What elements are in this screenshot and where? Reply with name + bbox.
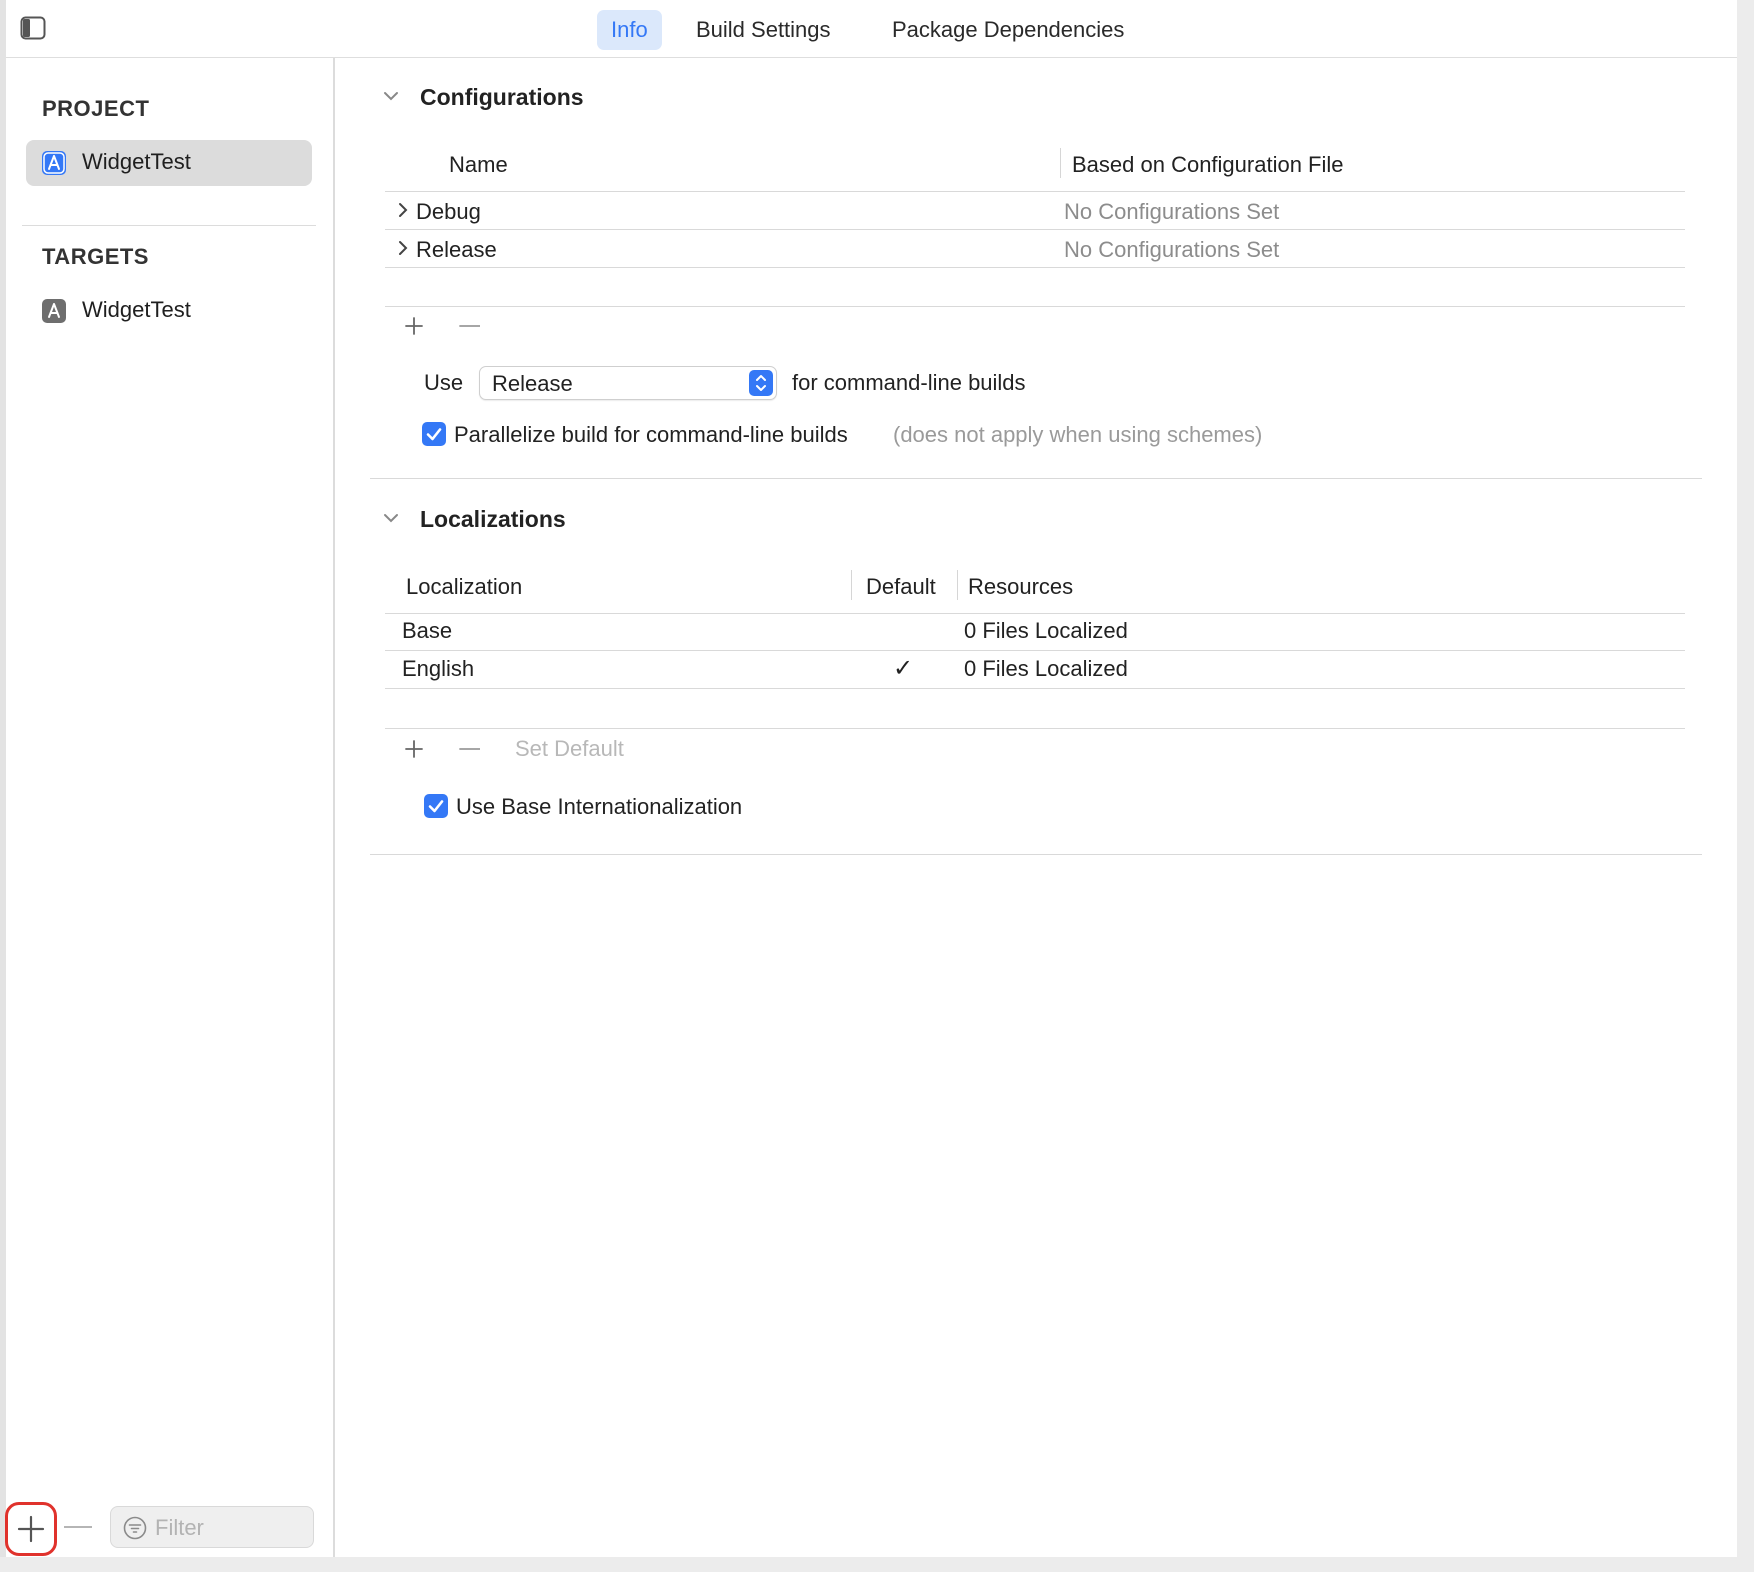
add-localization-button[interactable] [403, 738, 425, 760]
project-navigator-sidebar: PROJECT WidgetTest TARGETS WidgetTest [6, 58, 335, 1557]
add-configuration-button[interactable] [403, 315, 425, 337]
remove-localization-button[interactable] [458, 738, 483, 760]
popup-value: Release [492, 371, 573, 396]
config-name: Release [416, 237, 497, 262]
tab-info[interactable]: Info [597, 10, 662, 50]
sidebar-item-label: WidgetTest [82, 297, 191, 322]
table-header-divider [385, 613, 1685, 614]
configurations-disclosure-icon[interactable] [382, 87, 400, 105]
remove-target-button[interactable] [64, 1526, 92, 1528]
sidebar-item-target-widgettest[interactable]: WidgetTest [26, 288, 312, 334]
row-divider [385, 267, 1685, 268]
project-section-header: PROJECT [42, 96, 150, 121]
parallelize-note: (does not apply when using schemes) [893, 422, 1263, 447]
parallelize-label[interactable]: Parallelize build for command-line build… [454, 422, 848, 448]
localization-resources: 0 Files Localized [964, 656, 1128, 681]
section-divider [370, 478, 1702, 479]
sidebar-divider [22, 225, 316, 226]
localization-name: Base [402, 618, 453, 643]
parallelize-checkbox[interactable] [422, 422, 446, 446]
column-header-localization[interactable]: Localization [406, 574, 522, 600]
configurations-title: Configurations [420, 84, 584, 110]
localizations-disclosure-icon[interactable] [382, 509, 400, 527]
sidebar-toggle-icon[interactable] [20, 16, 46, 40]
chevron-right-icon[interactable] [397, 202, 409, 218]
filter-placeholder: Filter [155, 1515, 204, 1540]
popup-stepper-icon [749, 370, 773, 396]
config-name: Debug [416, 199, 481, 224]
tab-package-dependencies[interactable]: Package Dependencies [878, 10, 1138, 50]
window-edge-bottom [0, 1557, 1754, 1572]
sidebar-item-project-widgettest[interactable]: WidgetTest [26, 140, 312, 186]
app-project-icon [42, 151, 66, 175]
section-divider [370, 854, 1702, 855]
column-separator [851, 570, 852, 600]
column-header-name[interactable]: Name [449, 152, 508, 178]
filter-icon [123, 1516, 147, 1540]
base-internationalization-checkbox[interactable] [424, 794, 448, 818]
table-bottom-divider [385, 306, 1685, 307]
tab-build-settings[interactable]: Build Settings [682, 10, 845, 50]
sidebar-filter-field[interactable]: Filter [110, 1506, 314, 1548]
targets-section-header: TARGETS [42, 244, 149, 269]
set-default-button[interactable]: Set Default [515, 736, 624, 762]
column-header-resources[interactable]: Resources [968, 574, 1073, 600]
command-line-config-popup[interactable]: Release [479, 366, 777, 400]
column-separator [1060, 148, 1061, 178]
use-label: Use [424, 370, 464, 395]
config-file: No Configurations Set [1064, 237, 1280, 262]
app-target-icon [42, 299, 66, 323]
localization-name: English [402, 656, 475, 681]
config-file: No Configurations Set [1064, 199, 1280, 224]
column-header-config-file[interactable]: Based on Configuration File [1072, 152, 1344, 178]
row-divider [385, 229, 1685, 230]
window-edge-right [1737, 0, 1754, 1572]
table-bottom-divider [385, 728, 1685, 729]
column-header-default[interactable]: Default [866, 574, 936, 600]
table-header-divider [385, 191, 1685, 192]
sidebar-item-label: WidgetTest [82, 149, 191, 174]
use-suffix-label: for command-line builds [792, 370, 1026, 395]
column-separator [957, 570, 958, 600]
xcode-project-editor: Info Build Settings Package Dependencies… [0, 0, 1754, 1572]
project-info-content: Configurations Name Based on Configurati… [335, 58, 1737, 1557]
chevron-right-icon[interactable] [397, 240, 409, 256]
localization-resources: 0 Files Localized [964, 618, 1128, 643]
localizations-title: Localizations [420, 506, 566, 532]
add-target-button[interactable] [5, 1502, 57, 1556]
row-divider [385, 650, 1685, 651]
base-internationalization-label[interactable]: Use Base Internationalization [456, 794, 742, 820]
editor-toolbar: Info Build Settings Package Dependencies [6, 0, 1737, 58]
default-checkmark: ✓ [893, 655, 914, 682]
row-divider [385, 688, 1685, 689]
remove-configuration-button[interactable] [458, 315, 483, 337]
